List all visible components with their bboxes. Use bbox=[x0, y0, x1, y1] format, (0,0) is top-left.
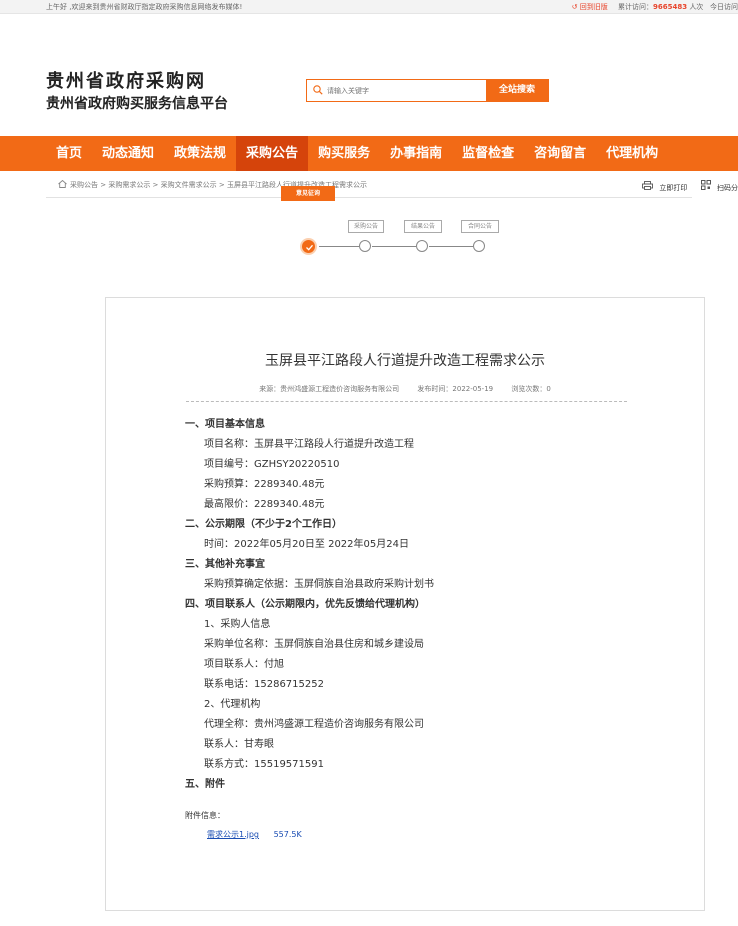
body-line: 采购预算确定依据：玉屏侗族自治县政府采购计划书 bbox=[204, 579, 434, 590]
visits-unit: 人次 bbox=[689, 3, 704, 11]
nav-item-policy[interactable]: 政策法规 bbox=[164, 136, 236, 171]
attachment-file-link[interactable]: 需求公示1.jpg bbox=[207, 830, 259, 839]
scan-code-button[interactable]: 扫码分 bbox=[717, 184, 738, 192]
attachment-label: 附件信息： bbox=[185, 811, 225, 820]
printer-icon bbox=[642, 181, 654, 190]
old-version-link[interactable]: ↺ 回到旧版 bbox=[572, 3, 608, 11]
site-logo-subtitle[interactable]: 贵州省政府购买服务信息平台 bbox=[46, 93, 228, 113]
step-label-result[interactable]: 结果公告 bbox=[404, 220, 442, 233]
step-dot-consultation bbox=[300, 238, 317, 255]
search-input[interactable] bbox=[327, 80, 486, 101]
step-connector bbox=[372, 246, 416, 247]
section-heading: 三、其他补充事宜 bbox=[185, 559, 265, 570]
body-line: 项目编号：GZHSY20220510 bbox=[204, 459, 340, 470]
top-info-bar: 上午好 ,欢迎来到贵州省财政厅指定政府采购信息网络发布媒体! ↺ 回到旧版 累计… bbox=[0, 0, 738, 14]
document-publish-time: 发布时间：2022-05-19 bbox=[417, 385, 494, 393]
step-dot-announcement bbox=[359, 240, 371, 252]
body-line: 时间：2022年05月20日至 2022年05月24日 bbox=[204, 539, 409, 550]
attachment-item: 需求公示1.jpg 557.5K bbox=[207, 829, 302, 840]
search-box: 全站搜索 bbox=[306, 79, 549, 102]
site-header: 贵州省政府采购网 贵州省政府购买服务信息平台 全站搜索 bbox=[0, 14, 738, 136]
welcome-text: 上午好 ,欢迎来到贵州省财政厅指定政府采购信息网络发布媒体! bbox=[46, 3, 243, 11]
check-icon bbox=[306, 244, 313, 251]
process-steps: 意见征询 采购公告 结果公告 合同公告 bbox=[0, 186, 738, 264]
nav-item-home[interactable]: 首页 bbox=[46, 136, 92, 171]
nav-item-procurement[interactable]: 采购公告 bbox=[236, 136, 309, 171]
section-heading: 四、项目联系人（公示期限内，优先反馈给代理机构） bbox=[185, 599, 425, 610]
body-line: 代理全称：贵州鸿盛源工程造价咨询服务有限公司 bbox=[204, 719, 424, 730]
body-line: 联系人：甘寿眼 bbox=[204, 739, 274, 750]
meta-divider bbox=[186, 401, 627, 402]
step-label-announcement[interactable]: 采购公告 bbox=[348, 220, 384, 233]
section-heading: 五、附件 bbox=[185, 779, 225, 790]
site-logo-title[interactable]: 贵州省政府采购网 bbox=[46, 67, 206, 93]
body-line: 项目名称：玉屏县平江路段人行道提升改造工程 bbox=[204, 439, 414, 450]
document-meta: 来源：贵州鸿盛源工程造价咨询服务有限公司 发布时间：2022-05-19 浏览次… bbox=[106, 384, 704, 394]
document-source: 来源：贵州鸿盛源工程造价咨询服务有限公司 bbox=[259, 385, 400, 393]
search-button[interactable]: 全站搜索 bbox=[486, 80, 548, 101]
page-tools: 立即打印 扫码分 bbox=[642, 180, 738, 193]
body-line: 采购单位名称：玉屏侗族自治县住房和城乡建设局 bbox=[204, 639, 424, 650]
nav-item-supervision[interactable]: 监督检查 bbox=[452, 136, 524, 171]
breadcrumb-bar: 采购公告 > 采购需求公示 > 采购文件需求公示 > 玉屏县平江路段人行道提升改… bbox=[46, 171, 738, 198]
step-connector bbox=[319, 246, 359, 247]
nav-item-agencies[interactable]: 代理机构 bbox=[596, 136, 668, 171]
body-line: 项目联系人：付旭 bbox=[204, 659, 284, 670]
qrcode-icon bbox=[700, 180, 711, 190]
section-heading: 二、公示期限（不少于2个工作日） bbox=[185, 519, 342, 530]
step-label-contract[interactable]: 合同公告 bbox=[461, 220, 499, 233]
today-visits-label: 今日访问 bbox=[710, 3, 738, 11]
body-line: 1、采购人信息 bbox=[204, 619, 271, 630]
document-title: 玉屏县平江路段人行道提升改造工程需求公示 bbox=[265, 353, 545, 369]
nav-item-guide[interactable]: 办事指南 bbox=[380, 136, 452, 171]
body-line: 最高限价：2289340.48元 bbox=[204, 499, 325, 510]
document-panel: 玉屏县平江路段人行道提升改造工程需求公示 来源：贵州鸿盛源工程造价咨询服务有限公… bbox=[105, 297, 705, 911]
document-views: 浏览次数：0 bbox=[511, 385, 551, 393]
body-line: 2、代理机构 bbox=[204, 699, 261, 710]
step-dot-result bbox=[416, 240, 428, 252]
top-right-info: ↺ 回到旧版 累计访问：9665483 人次 今日访问 bbox=[572, 0, 738, 14]
nav-item-services[interactable]: 购买服务 bbox=[308, 136, 380, 171]
visits-count: 9665483 bbox=[652, 3, 688, 11]
step-label-consultation[interactable]: 意见征询 bbox=[281, 186, 335, 201]
attachment-file-size: 557.5K bbox=[273, 830, 302, 839]
section-heading: 一、项目基本信息 bbox=[185, 419, 265, 430]
body-line: 联系电话：15286715252 bbox=[204, 679, 324, 690]
visits-label: 累计访问： bbox=[617, 3, 653, 11]
home-icon bbox=[58, 179, 67, 188]
main-nav: 首页 动态通知 政策法规 采购公告 购买服务 办事指南 监督检查 咨询留言 代理… bbox=[0, 136, 738, 171]
back-arrow-icon: ↺ bbox=[571, 3, 578, 11]
search-icon bbox=[307, 80, 327, 101]
nav-item-news[interactable]: 动态通知 bbox=[92, 136, 164, 171]
step-connector bbox=[429, 246, 473, 247]
print-button[interactable]: 立即打印 bbox=[659, 184, 687, 192]
body-line: 联系方式：15519571591 bbox=[204, 759, 324, 770]
step-dot-contract bbox=[473, 240, 485, 252]
nav-item-consult[interactable]: 咨询留言 bbox=[524, 136, 596, 171]
body-line: 采购预算：2289340.48元 bbox=[204, 479, 325, 490]
